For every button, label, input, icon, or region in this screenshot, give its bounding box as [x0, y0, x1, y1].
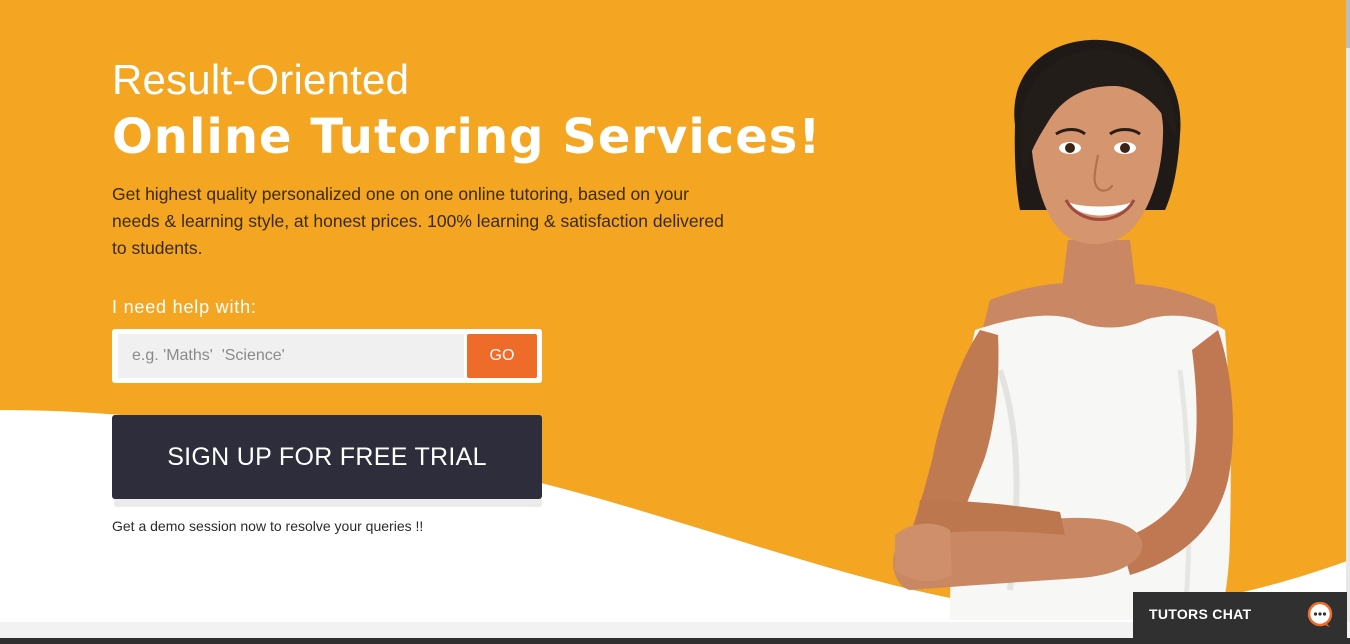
chat-label: TUTORS CHAT	[1149, 606, 1252, 622]
next-section-edge	[0, 638, 1350, 644]
go-button[interactable]: GO	[467, 334, 537, 378]
help-label: I need help with:	[112, 297, 257, 317]
hero-subtitle: Result-Oriented	[112, 56, 410, 103]
hero-title: Online Tutoring Services!	[112, 109, 822, 165]
hero-section: Result-Oriented Online Tutoring Services…	[0, 0, 1350, 644]
chat-bubble-icon[interactable]	[1307, 602, 1333, 628]
signup-button-shadow	[114, 499, 542, 507]
subject-search-input[interactable]	[118, 334, 464, 378]
hero-description: Get highest quality personalized one on …	[112, 184, 724, 258]
scrollbar-thumb[interactable]	[1346, 0, 1350, 48]
signup-free-trial-button[interactable]: SIGN UP FOR FREE TRIAL	[112, 415, 542, 499]
demo-session-note: Get a demo session now to resolve your q…	[112, 518, 424, 534]
page-scrollbar[interactable]	[1346, 0, 1350, 622]
subject-search-box: GO	[112, 329, 542, 383]
tutors-chat-widget[interactable]: TUTORS CHAT	[1133, 592, 1347, 638]
tutor-portrait-image	[893, 39, 1233, 620]
